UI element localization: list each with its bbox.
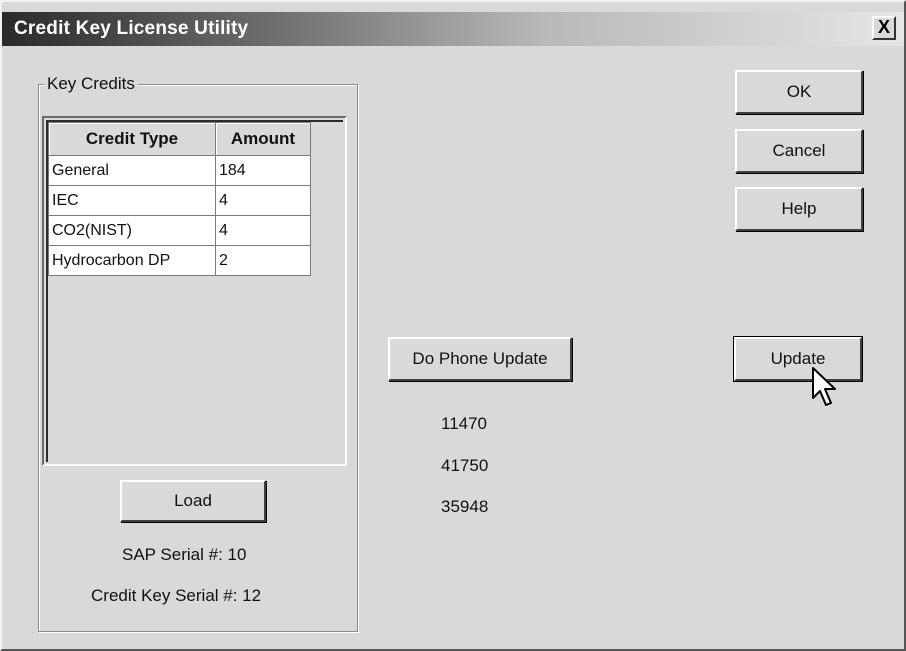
load-button-label: Load: [174, 491, 212, 510]
amount-cell: 4: [215, 185, 311, 216]
window-title: Credit Key License Utility: [14, 18, 249, 39]
credit-type-cell: CO2(NIST): [48, 215, 216, 246]
table-row[interactable]: Hydrocarbon DP 2: [48, 245, 311, 276]
amount-cell: 2: [215, 245, 311, 276]
help-button[interactable]: Help: [735, 187, 863, 231]
key-credits-legend: Key Credits: [44, 74, 138, 94]
amount-cell: 184: [215, 155, 311, 186]
credit-type-cell: Hydrocarbon DP: [48, 245, 216, 276]
title-bar: Credit Key License Utility X: [2, 12, 904, 46]
amount-cell: 4: [215, 215, 311, 246]
column-header-credit-type[interactable]: Credit Type: [48, 122, 216, 156]
do-phone-update-button[interactable]: Do Phone Update: [388, 337, 572, 381]
do-phone-update-label: Do Phone Update: [412, 349, 548, 368]
table-header-row: Credit Type Amount: [48, 122, 311, 156]
ok-button[interactable]: OK: [735, 70, 863, 114]
cancel-button-label: Cancel: [772, 141, 826, 160]
phone-code-2: 41750: [441, 456, 489, 475]
arrow-cursor-icon: [812, 367, 836, 406]
phone-code-3: 35948: [441, 497, 489, 516]
credit-key-license-dialog: Credit Key License Utility X Key Credits…: [0, 0, 906, 651]
credits-list[interactable]: Credit Type Amount General 184 IEC 4 CO2…: [42, 116, 347, 466]
phone-code-1: 11470: [441, 414, 488, 433]
help-button-label: Help: [781, 199, 817, 218]
column-header-amount[interactable]: Amount: [215, 122, 311, 156]
update-button[interactable]: Update: [733, 336, 863, 382]
credit-key-serial-label: Credit Key Serial #: 12: [91, 586, 262, 605]
close-icon: X: [877, 17, 890, 37]
credit-type-cell: General: [48, 155, 216, 186]
table-row[interactable]: CO2(NIST) 4: [48, 215, 311, 246]
update-button-label: Update: [770, 349, 826, 368]
close-button[interactable]: X: [872, 16, 896, 40]
credit-type-cell: IEC: [48, 185, 216, 216]
credits-table: Credit Type Amount General 184 IEC 4 CO2…: [48, 122, 311, 276]
load-button[interactable]: Load: [120, 480, 266, 522]
table-row[interactable]: IEC 4: [48, 185, 311, 216]
cancel-button[interactable]: Cancel: [735, 129, 863, 173]
ok-button-label: OK: [786, 82, 812, 101]
table-row[interactable]: General 184: [48, 155, 311, 186]
sap-serial-label: SAP Serial #: 10: [122, 545, 247, 564]
